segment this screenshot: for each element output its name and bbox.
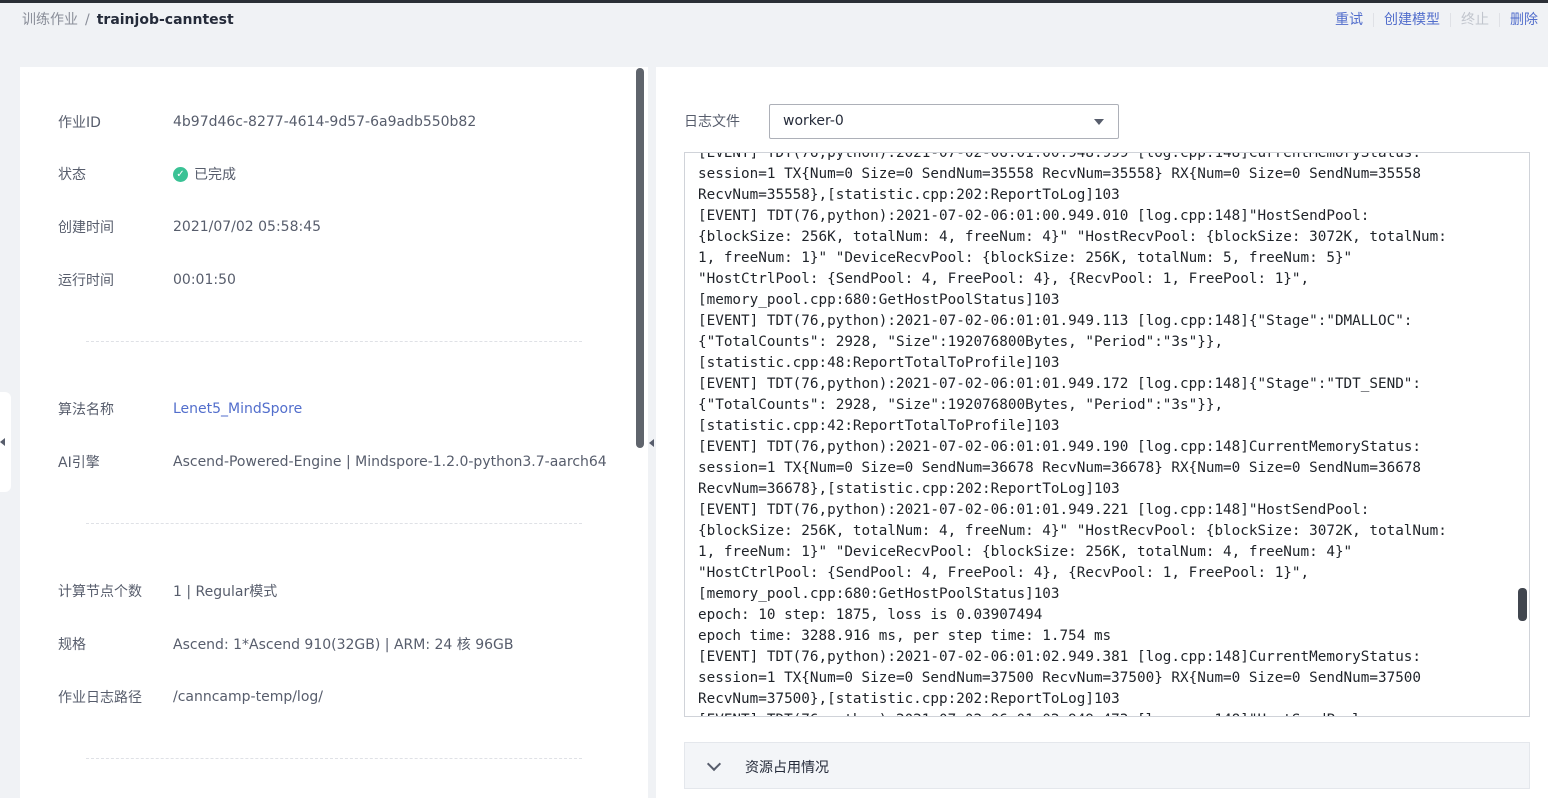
caret-down-icon — [1094, 119, 1104, 125]
log-line: RecvNum=35558},[statistic.cpp:202:Report… — [698, 187, 1120, 203]
log-line: {blockSize: 256K, totalNum: 4, freeNum: … — [698, 229, 1447, 245]
runtime-value: 00:01:50 — [173, 272, 236, 288]
chevron-down-icon — [706, 756, 722, 772]
runtime-label: 运行时间 — [58, 273, 114, 289]
job-id-value: 4b97d46c-8277-4614-9d57-6a9adb550b82 — [173, 114, 477, 130]
node-count-row: 计算节点个数 1 | Regular模式 — [58, 581, 277, 601]
ai-engine-row: AI引擎 Ascend-Powered-Engine | Mindspore-1… — [58, 452, 607, 472]
ai-engine-value: Ascend-Powered-Engine | Mindspore-1.2.0-… — [173, 454, 607, 470]
retry-button[interactable]: 重试 — [1325, 10, 1373, 30]
spec-value: Ascend: 1*Ascend 910(32GB) | ARM: 24 核 9… — [173, 637, 514, 653]
log-line: [statistic.cpp:42:ReportTotalToProfile]1… — [698, 418, 1060, 434]
breadcrumb-parent-link[interactable]: 训练作业 — [22, 12, 78, 28]
log-line: [EVENT] TDT(76,python):2021-07-02-06:01:… — [698, 649, 1422, 665]
status-row: 状态 ✓ 已完成 — [58, 164, 236, 184]
log-viewer[interactable]: [EVENT] TDT(76,python):2021-07-02-06:01:… — [684, 152, 1530, 717]
breadcrumb-current: trainjob-canntest — [96, 12, 234, 28]
status-value: 已完成 — [194, 167, 236, 183]
stop-button[interactable]: 终止 — [1451, 10, 1499, 30]
node-count-label: 计算节点个数 — [58, 584, 142, 600]
spec-label: 规格 — [58, 637, 86, 653]
details-scrollbar[interactable] — [636, 68, 644, 448]
log-line: [EVENT] TDT(76,python):2021-07-02-06:01:… — [698, 313, 1413, 329]
log-line: "HostCtrlPool: {SendPool: 4, FreePool: 4… — [698, 271, 1310, 287]
log-line: [EVENT] TDT(76,python):2021-07-02-06:01:… — [698, 208, 1370, 224]
log-line: 1, freeNum: 1}" "DeviceRecvPool: {blockS… — [698, 250, 1353, 266]
runtime-row: 运行时间 00:01:50 — [58, 270, 236, 290]
log-path-row: 作业日志路径 /canncamp-temp/log/ — [58, 687, 323, 707]
log-line: {"TotalCounts": 2928, "Size":192076800By… — [698, 334, 1224, 350]
log-file-label: 日志文件 — [684, 114, 740, 130]
log-path-value: /canncamp-temp/log/ — [173, 689, 323, 705]
log-line: "HostCtrlPool: {SendPool: 4, FreePool: 4… — [698, 565, 1310, 581]
log-line: epoch: 10 step: 1875, loss is 0.03907494 — [698, 607, 1043, 623]
section-divider — [86, 523, 582, 524]
log-file-select[interactable]: worker-0 — [769, 104, 1119, 139]
breadcrumb: 训练作业 / trainjob-canntest — [22, 10, 234, 30]
created-time-row: 创建时间 2021/07/02 05:58:45 — [58, 217, 321, 237]
resource-usage-label: 资源占用情况 — [745, 760, 829, 776]
collapse-left-icon — [0, 438, 5, 446]
log-path-label: 作业日志路径 — [58, 690, 142, 706]
resource-usage-toggle[interactable]: 资源占用情况 — [684, 742, 1530, 789]
delete-button[interactable]: 删除 — [1500, 10, 1548, 30]
log-line: [EVENT] TDT(76,python):2021-07-02-06:01:… — [698, 376, 1422, 392]
section-divider — [86, 758, 582, 759]
log-line: [EVENT] TDT(76,python):2021-07-02-06:01:… — [698, 152, 1422, 161]
log-file-selected: worker-0 — [783, 113, 844, 129]
log-line: 1, freeNum: 1}" "DeviceRecvPool: {blockS… — [698, 544, 1353, 560]
algorithm-link[interactable]: Lenet5_MindSpore — [173, 401, 302, 417]
log-line: RecvNum=37500},[statistic.cpp:202:Report… — [698, 691, 1120, 707]
log-line: [EVENT] TDT(76,python):2021-07-02-06:01:… — [698, 710, 1498, 716]
log-line: [memory_pool.cpp:680:GetHostPoolStatus]1… — [698, 292, 1060, 308]
log-line: [memory_pool.cpp:680:GetHostPoolStatus]1… — [698, 586, 1060, 602]
log-line: [EVENT] TDT(76,python):2021-07-02-06:01:… — [698, 439, 1422, 455]
job-details-panel: 作业ID 4b97d46c-8277-4614-9d57-6a9adb550b8… — [20, 67, 648, 798]
panel-collapse-icon[interactable] — [649, 439, 654, 447]
algorithm-label: 算法名称 — [58, 402, 114, 418]
node-count-value: 1 | Regular模式 — [173, 584, 278, 600]
log-line: {"TotalCounts": 2928, "Size":192076800By… — [698, 397, 1224, 413]
log-line: [statistic.cpp:48:ReportTotalToProfile]1… — [698, 355, 1060, 371]
log-line: session=1 TX{Num=0 Size=0 SendNum=35558 … — [698, 166, 1422, 182]
status-label: 状态 — [58, 167, 86, 183]
log-scrollbar[interactable] — [1518, 588, 1527, 621]
job-id-row: 作业ID 4b97d46c-8277-4614-9d57-6a9adb550b8… — [58, 112, 476, 132]
log-line: session=1 TX{Num=0 Size=0 SendNum=37500 … — [698, 670, 1422, 686]
create-model-button[interactable]: 创建模型 — [1374, 10, 1450, 30]
log-line: {blockSize: 256K, totalNum: 4, freeNum: … — [698, 523, 1447, 539]
log-line: session=1 TX{Num=0 Size=0 SendNum=36678 … — [698, 460, 1422, 476]
spec-row: 规格 Ascend: 1*Ascend 910(32GB) | ARM: 24 … — [58, 634, 513, 654]
breadcrumb-separator: / — [85, 12, 90, 28]
job-id-label: 作业ID — [58, 115, 101, 131]
ai-engine-label: AI引擎 — [58, 455, 100, 471]
log-line: [EVENT] TDT(76,python):2021-07-02-06:01:… — [698, 502, 1370, 518]
log-content: [EVENT] TDT(76,python):2021-07-02-06:01:… — [698, 152, 1498, 716]
job-actions: 重试 创建模型 终止 删除 — [1325, 10, 1548, 30]
algorithm-row: 算法名称 Lenet5_MindSpore — [58, 399, 302, 419]
status-badge: ✓ 已完成 — [173, 164, 236, 184]
log-line: epoch time: 3288.916 ms, per step time: … — [698, 628, 1112, 644]
log-line: RecvNum=36678},[statistic.cpp:202:Report… — [698, 481, 1120, 497]
top-edge-bar — [0, 0, 1548, 3]
section-divider — [86, 341, 582, 342]
check-circle-icon: ✓ — [173, 166, 188, 182]
created-time-value: 2021/07/02 05:58:45 — [173, 219, 322, 235]
created-time-label: 创建时间 — [58, 220, 114, 236]
sidebar-collapse-handle[interactable] — [0, 392, 11, 492]
